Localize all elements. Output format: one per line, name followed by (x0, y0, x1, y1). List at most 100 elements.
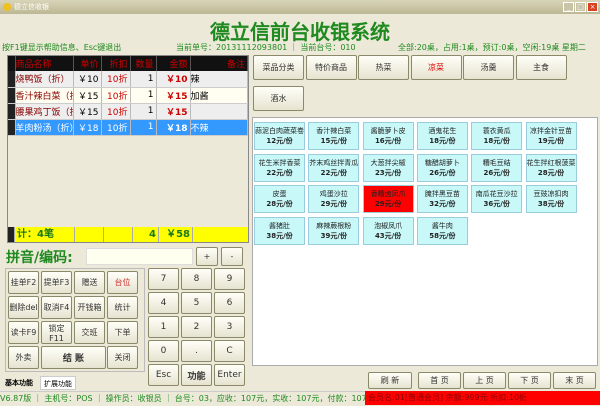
dish-tile[interactable]: 酱脆萝卜皮 16元/份 (362, 122, 414, 150)
dish-tile[interactable]: 豆豉凉扣肉 38元/份 (525, 185, 577, 213)
function-button[interactable]: 锁定F11 (41, 321, 72, 344)
dish-name: 麻辣蕨根粉 (316, 221, 352, 230)
order-row[interactable]: 烧鸭饭（折） ￥10 10折 1 ￥10 辣 (8, 71, 248, 88)
category-button[interactable]: 特价商品 (305, 55, 357, 80)
category-button[interactable]: 主食 (515, 55, 567, 80)
dish-price: 22元/份 (320, 168, 347, 177)
dish-tile[interactable]: 糟毛豆结 26元/份 (471, 153, 523, 182)
numpad-key[interactable]: Enter (214, 364, 245, 386)
tab-extended[interactable]: 扩展功能 (40, 376, 76, 390)
dish-tile[interactable]: 鸡蛋沙拉 29元/份 (308, 185, 360, 213)
numpad-key[interactable]: 5 (181, 292, 212, 314)
numpad-key[interactable]: 7 (148, 268, 179, 290)
order-grid[interactable]: 商品名称 单价 折扣 数量 金额 备注 烧鸭饭（折） ￥10 10折 1 ￥10… (7, 55, 249, 243)
dish-tile[interactable]: 花生米拌香菜 22元/份 (254, 153, 305, 182)
last-page-button[interactable]: 末 页 (553, 372, 596, 389)
function-button[interactable]: 取消F4 (41, 296, 72, 319)
numpad-key[interactable]: 4 (148, 292, 179, 314)
numpad-key[interactable]: 功能 (181, 364, 212, 386)
category-button[interactable]: 热菜 (358, 55, 409, 80)
dish-tile[interactable]: 蒜泥白肉蔬菜卷 12元/份 (254, 122, 305, 150)
prev-page-button[interactable]: 上 页 (463, 372, 506, 389)
total-label: 计：4笔 (15, 227, 75, 242)
dish-tile[interactable]: 蓑衣黄瓜 18元/份 (471, 122, 523, 150)
refresh-button[interactable]: 刷 新 (368, 372, 412, 389)
dish-tile[interactable]: 凉拌金针豆苗 19元/份 (525, 122, 577, 150)
numpad-key[interactable]: 3 (214, 316, 245, 338)
dish-name: 香汁辣白菜 (316, 127, 352, 135)
pinyin-input[interactable] (86, 248, 193, 265)
numpad-key[interactable]: 1 (148, 316, 179, 338)
item-price: ￥18 (73, 119, 102, 136)
dish-tile[interactable]: 皮蛋 28元/份 (254, 185, 305, 213)
order-row[interactable]: 腰果鸡丁饭（折） ￥15 10折 1 ￥15 (8, 103, 248, 120)
minimize-button[interactable]: _ (563, 2, 574, 12)
dish-price: 28元/份 (537, 168, 565, 177)
app-icon (3, 3, 11, 11)
function-button[interactable]: 下单 (107, 321, 138, 344)
order-row[interactable]: 香汁辣白菜（折） ￥15 10折 1 ￥15 加酱 (8, 87, 248, 104)
dish-tile[interactable]: 糖醋胡萝卜 26元/份 (416, 153, 468, 182)
dish-tile[interactable]: 酒鬼花生 18元/份 (416, 122, 468, 150)
dish-name: 酱猪肚 (269, 221, 290, 230)
category-button[interactable]: 菜品分类 (253, 55, 304, 80)
order-row[interactable]: 羊肉粉汤（折） ￥18 10折 1 ￥18 不辣 (8, 119, 248, 136)
dish-name: 糟毛豆结 (482, 158, 511, 167)
dish-tile[interactable]: 南瓜花豆沙拉 36元/份 (471, 185, 523, 213)
tab-basic[interactable]: 基本功能 (2, 376, 36, 390)
function-button[interactable]: 删除del (8, 296, 39, 319)
category-button[interactable]: 凉菜 (410, 55, 462, 80)
dish-tile[interactable]: 芥末鸡丝拌青瓜 22元/份 (308, 153, 360, 182)
dish-tile[interactable]: 香汁辣白菜 15元/份 (308, 122, 360, 150)
dish-tile[interactable]: 香糟卤凤爪 29元/份 (362, 185, 414, 213)
function-button[interactable]: 赠送 (74, 271, 105, 294)
numpad-key[interactable]: Esc (148, 364, 179, 386)
numpad-key[interactable]: 2 (181, 316, 212, 338)
function-button[interactable]: 挂单F2 (8, 271, 39, 294)
dish-price: 12元/份 (266, 137, 293, 145)
dish-price: 23元/份 (374, 168, 402, 177)
dish-price: 29元/份 (374, 200, 402, 208)
item-note: 不辣 (190, 119, 248, 136)
category-button[interactable]: 汤羹 (463, 55, 514, 80)
numpad-key[interactable]: 8 (181, 268, 212, 290)
function-button[interactable]: 提单F3 (41, 271, 72, 294)
function-button[interactable]: 台位 (107, 271, 138, 294)
dish-name: 泡椒凤爪 (374, 221, 403, 230)
dish-tile[interactable]: 泡椒凤爪 43元/份 (362, 216, 414, 245)
numpad-key[interactable]: 0 (148, 340, 179, 362)
function-button[interactable]: 读卡F9 (8, 321, 39, 344)
function-button[interactable]: 外卖 (8, 346, 39, 369)
function-button[interactable]: 结 账 (41, 346, 106, 369)
item-discount: 10折 (101, 71, 131, 88)
item-qty: 1 (130, 87, 157, 104)
dish-name: 酱脆萝卜皮 (370, 127, 406, 135)
function-button[interactable]: 交班 (74, 321, 105, 344)
dish-tile[interactable]: 大葱拌尖椒 23元/份 (362, 153, 414, 182)
dish-price: 16元/份 (374, 137, 402, 145)
dish-tile[interactable]: 腌拌黑豆苗 32元/份 (416, 185, 468, 213)
function-button[interactable]: 开钱箱 (74, 296, 105, 319)
plus-button[interactable]: + (196, 247, 218, 266)
item-note: 加酱 (190, 87, 248, 104)
dish-tile[interactable]: 麻辣蕨根粉 39元/份 (308, 216, 360, 245)
next-page-button[interactable]: 下 页 (508, 372, 551, 389)
numpad-key[interactable]: 6 (214, 292, 245, 314)
minus-button[interactable]: - (221, 247, 243, 266)
numpad-key[interactable]: . (181, 340, 212, 362)
dish-tile[interactable]: 花生拌红根菠菜 28元/份 (525, 153, 577, 182)
dish-tile[interactable]: 酱猪肚 38元/份 (254, 216, 305, 245)
row-indicator (8, 103, 16, 120)
numpad-key[interactable]: C (214, 340, 245, 362)
dish-name: 蓑衣黄瓜 (482, 127, 511, 135)
item-name: 腰果鸡丁饭（折） (15, 103, 74, 120)
function-button[interactable]: 统计 (107, 296, 138, 319)
close-button[interactable]: × (587, 2, 598, 12)
maximize-button[interactable]: □ (575, 2, 586, 12)
function-button[interactable]: 关闭 (107, 346, 138, 369)
member-info: 会员名:01[普通会员] 余额:999元 折扣:10折 (365, 391, 600, 405)
category-button[interactable]: 酒水 (253, 86, 304, 111)
numpad-key[interactable]: 9 (214, 268, 245, 290)
first-page-button[interactable]: 首 页 (418, 372, 461, 389)
dish-tile[interactable]: 酱牛肉 58元/份 (416, 216, 468, 245)
